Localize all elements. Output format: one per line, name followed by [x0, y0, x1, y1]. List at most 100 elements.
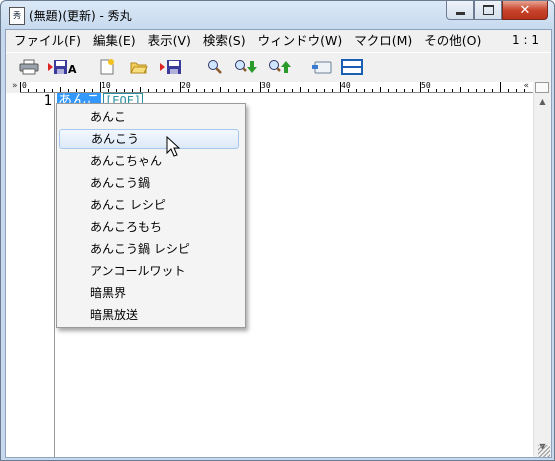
- ruler-tick: [132, 89, 133, 92]
- ruler-tick: [412, 89, 413, 92]
- ruler-tick: [244, 89, 245, 92]
- suggestion-item[interactable]: 暗黒放送: [59, 305, 239, 325]
- line-number-separator: [54, 93, 55, 457]
- ruler-tick: [292, 89, 293, 92]
- ruler-tick: [500, 82, 501, 92]
- ruler-tick: [452, 89, 453, 92]
- ruler-tick: [516, 89, 517, 92]
- ruler-tick: [220, 87, 221, 92]
- new-file-icon: [100, 59, 114, 75]
- title-bar[interactable]: 秀 (無題)(更新) - 秀丸 ✕: [1, 1, 554, 29]
- ruler-number: 30: [261, 82, 271, 90]
- menu-edit[interactable]: 編集(E): [87, 30, 142, 51]
- menu-macro[interactable]: マクロ(M): [348, 30, 418, 51]
- paste-icon: [312, 61, 332, 74]
- ime-suggestion-popup: あんこ あんこう あんこちゃん あんこう鍋 あんこ レシピ あんころもち あんこ…: [56, 103, 246, 328]
- ruler-tick: [196, 89, 197, 92]
- search-button[interactable]: [204, 57, 226, 77]
- ruler-tick: [388, 89, 389, 92]
- window-title: (無題)(更新) - 秀丸: [29, 9, 132, 23]
- ruler-tick: [404, 89, 405, 92]
- ruler-tick: [396, 89, 397, 92]
- split-window-icon: [341, 59, 363, 75]
- menu-file[interactable]: ファイル(F): [6, 30, 87, 51]
- ruler-tick: [444, 89, 445, 92]
- resize-grip[interactable]: [538, 445, 550, 457]
- split-window-button[interactable]: [340, 57, 364, 77]
- ruler-tick: [68, 89, 69, 92]
- ruler-tick: [228, 89, 229, 92]
- ruler-tick: [60, 87, 61, 92]
- maximize-icon: [482, 5, 494, 15]
- ruler-right-marker[interactable]: «: [523, 81, 529, 91]
- suggestion-item[interactable]: あんころもち: [59, 217, 239, 237]
- save-button[interactable]: [160, 57, 186, 77]
- menu-window[interactable]: ウィンドウ(W): [252, 30, 349, 51]
- search-up-button[interactable]: [268, 57, 294, 77]
- line-number: 1: [43, 93, 52, 109]
- suggestion-item[interactable]: あんこちゃん: [59, 151, 239, 171]
- app-icon[interactable]: 秀: [9, 7, 25, 25]
- ruler-tick: [52, 89, 53, 92]
- suggestion-item[interactable]: アンコールワット: [59, 261, 239, 281]
- ruler-tick: [460, 87, 461, 92]
- ruler-tick: [116, 89, 117, 92]
- ruler-left-marker[interactable]: »: [12, 81, 18, 91]
- ruler-tick: [164, 89, 165, 92]
- ruler-number: 20: [181, 82, 191, 90]
- menu-view[interactable]: 表示(V): [142, 30, 197, 51]
- ruler-number: 40: [341, 82, 351, 90]
- ruler-tick: [468, 89, 469, 92]
- ruler-tick: [380, 87, 381, 92]
- ruler-tick: [204, 89, 205, 92]
- ruler-tick: [212, 89, 213, 92]
- close-button[interactable]: ✕: [502, 1, 548, 20]
- ruler-tick: [44, 89, 45, 92]
- open-folder-icon: [130, 62, 148, 74]
- suggestion-item-hovered[interactable]: あんこう: [59, 129, 239, 149]
- menu-other[interactable]: その他(O): [418, 30, 487, 51]
- minimize-button[interactable]: [446, 1, 474, 20]
- ruler-number: 0: [22, 82, 27, 90]
- search-icon: [208, 60, 222, 74]
- scroll-up-arrow[interactable]: ▲: [534, 93, 551, 110]
- mouse-cursor-icon: [166, 136, 181, 157]
- ruler-tick: [332, 89, 333, 92]
- search-down-button[interactable]: [234, 57, 260, 77]
- ruler[interactable]: 0 10 20 30 40 50: [20, 82, 533, 93]
- ruler-tick: [124, 89, 125, 92]
- ruler-tick: [20, 82, 21, 92]
- toolbar: A: [6, 52, 551, 81]
- ruler-tick: [28, 89, 29, 92]
- ruler-tick: [236, 89, 237, 92]
- suggestion-item[interactable]: あんこう鍋 レシピ: [59, 239, 239, 259]
- save-icon: [160, 60, 181, 74]
- ruler-tick: [276, 89, 277, 92]
- ruler-tick: [156, 89, 157, 92]
- print-button[interactable]: [18, 57, 40, 77]
- new-file-button[interactable]: [96, 57, 118, 77]
- paste-button[interactable]: [310, 57, 334, 77]
- ruler-tick: [140, 87, 141, 92]
- ruler-tick: [324, 89, 325, 92]
- suggestion-item[interactable]: 暗黒界: [59, 283, 239, 303]
- minimize-icon: [455, 11, 465, 15]
- split-handle[interactable]: [535, 82, 549, 93]
- suggestion-item[interactable]: あんこ レシピ: [59, 195, 239, 215]
- ruler-tick: [76, 89, 77, 92]
- ruler-tick: [356, 89, 357, 92]
- ruler-tick: [172, 89, 173, 92]
- vertical-scrollbar[interactable]: ▲ ▼: [533, 93, 551, 455]
- save-as-button[interactable]: A: [48, 57, 78, 77]
- open-folder-button[interactable]: [128, 57, 150, 77]
- ruler-tick: [476, 89, 477, 92]
- menu-search[interactable]: 検索(S): [197, 30, 252, 51]
- maximize-button[interactable]: [474, 1, 502, 20]
- cursor-position: 1 : 1: [512, 33, 539, 47]
- suggestion-item[interactable]: あんこう鍋: [59, 173, 239, 193]
- ruler-tick: [508, 89, 509, 92]
- suggestion-item[interactable]: あんこ: [59, 107, 239, 127]
- save-as-icon: A: [48, 60, 77, 75]
- ruler-tick: [284, 89, 285, 92]
- search-up-icon: [269, 60, 291, 73]
